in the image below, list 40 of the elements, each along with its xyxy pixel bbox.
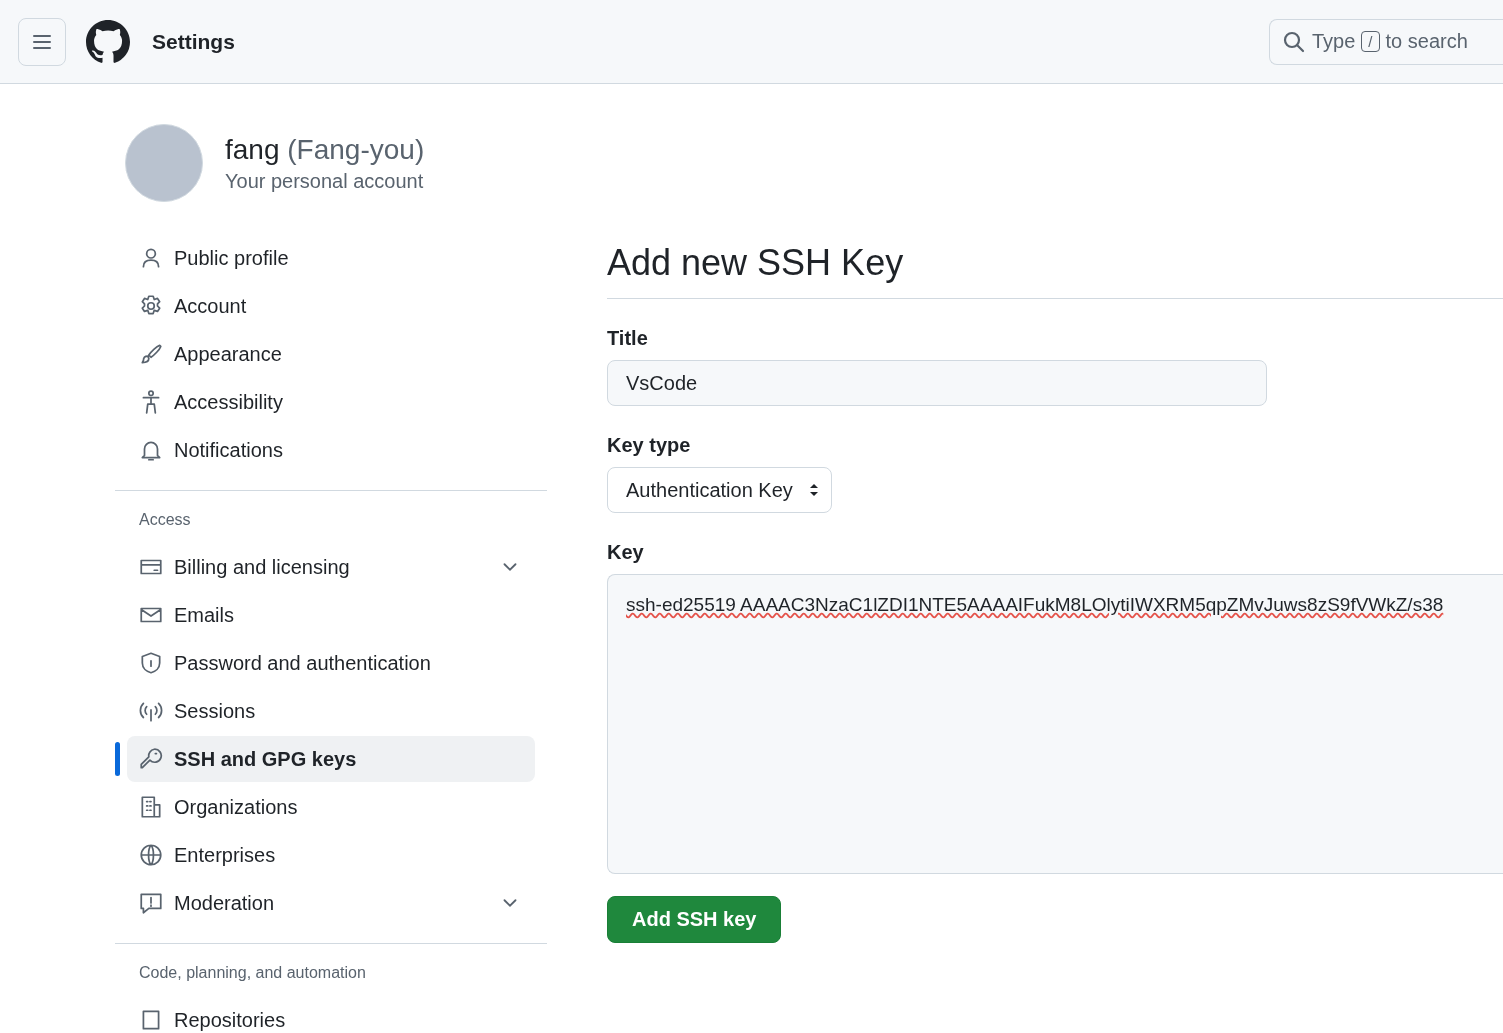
sidebar-item[interactable]: Sessions bbox=[127, 688, 535, 734]
section-heading: Code, planning, and automation bbox=[138, 963, 367, 983]
sidebar-item[interactable]: Enterprises bbox=[127, 832, 535, 878]
sidebar-item[interactable]: SSH and GPG keys bbox=[127, 736, 535, 782]
sidebar-item[interactable]: Accessibility bbox=[127, 379, 535, 425]
key-icon bbox=[138, 746, 164, 772]
sidebar-item[interactable]: Moderation bbox=[127, 880, 535, 926]
title-input-field[interactable]: VsCode bbox=[607, 360, 1267, 406]
add-ssh-key-button[interactable]: Add SSH key bbox=[607, 896, 782, 943]
octocat-logo-icon[interactable] bbox=[86, 19, 130, 64]
search-field[interactable]: Type / to search bbox=[1269, 18, 1503, 65]
sidebar-item[interactable]: Public profile bbox=[127, 235, 535, 281]
globe-icon bbox=[138, 842, 164, 868]
sidebar-item[interactable]: Organizations bbox=[127, 784, 535, 830]
search-placeholder: to search bbox=[1385, 30, 1468, 53]
sidebar-item[interactable]: Password and authentication bbox=[127, 640, 535, 686]
sidebar-item[interactable]: Billing and licensing bbox=[127, 544, 535, 590]
profile-name: fang (Fang-you) bbox=[225, 133, 425, 166]
field-label: Key bbox=[607, 541, 645, 564]
page-title: Settings bbox=[152, 29, 235, 54]
active-indicator bbox=[115, 742, 120, 776]
sidebar-item[interactable]: Appearance bbox=[127, 331, 535, 377]
field-label: Key type bbox=[607, 434, 692, 457]
shield-icon bbox=[138, 650, 164, 676]
key-type-select[interactable]: Authentication Key bbox=[607, 467, 832, 513]
field-label: Title bbox=[607, 327, 649, 350]
sidebar-item[interactable]: Account bbox=[127, 283, 535, 329]
shortcut-key: / bbox=[1361, 31, 1380, 52]
account-subtitle: Your personal account bbox=[225, 169, 425, 193]
report-icon bbox=[138, 890, 164, 916]
building-icon bbox=[138, 794, 164, 820]
key-textarea[interactable]: ssh-ed25519 AAAAC3NzaC1lZDI1NTE5AAAAIFukM8LOlytiIWXRM5qpZMvJuws8zS9fVWkZ/s38 bbox=[607, 574, 1503, 874]
sidebar-item[interactable]: Notifications bbox=[127, 427, 535, 473]
section-heading: Access bbox=[138, 510, 192, 530]
search-icon bbox=[1282, 29, 1306, 54]
sidebar-item[interactable]: Repositories bbox=[127, 997, 535, 1033]
menu-button[interactable] bbox=[18, 17, 66, 66]
sidebar-item[interactable]: Emails bbox=[127, 592, 535, 638]
search-placeholder: Type bbox=[1312, 30, 1356, 53]
page-heading: Add new SSH Key bbox=[607, 242, 1503, 299]
